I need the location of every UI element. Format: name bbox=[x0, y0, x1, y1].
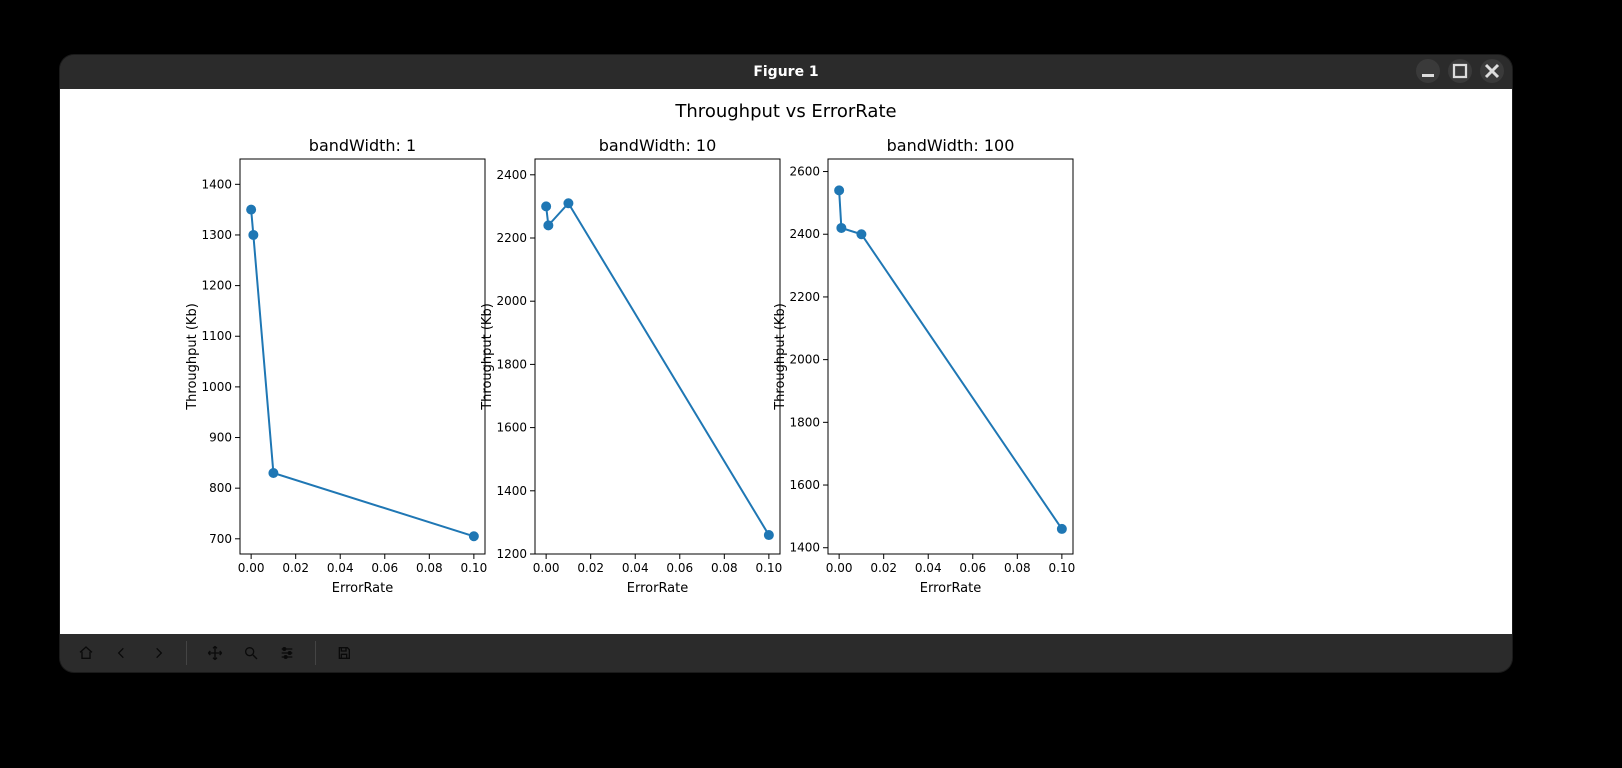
data-marker bbox=[269, 468, 278, 477]
move-icon bbox=[207, 645, 223, 661]
window-controls bbox=[1416, 59, 1504, 83]
y-axis-label: Throughput (Kb) bbox=[185, 303, 200, 411]
ytick-label: 1400 bbox=[201, 177, 232, 191]
subplot-title: bandWidth: 1 bbox=[309, 136, 416, 155]
xtick-label: 0.00 bbox=[826, 561, 853, 575]
toolbar-separator bbox=[315, 641, 316, 665]
close-button[interactable] bbox=[1480, 59, 1504, 83]
data-marker bbox=[857, 230, 866, 239]
chart-0: 0.000.020.040.060.080.107008009001000110… bbox=[182, 133, 493, 602]
ytick-label: 2000 bbox=[496, 294, 527, 308]
ytick-label: 1400 bbox=[789, 541, 820, 555]
ytick-label: 1000 bbox=[201, 380, 232, 394]
ytick-label: 1600 bbox=[496, 421, 527, 435]
ytick-label: 800 bbox=[209, 481, 232, 495]
ytick-label: 2000 bbox=[789, 353, 820, 367]
window-title: Figure 1 bbox=[753, 64, 818, 80]
back-button[interactable] bbox=[108, 639, 136, 667]
xtick-label: 0.02 bbox=[282, 561, 309, 575]
x-axis-label: ErrorRate bbox=[920, 581, 982, 596]
ytick-label: 700 bbox=[209, 532, 232, 546]
ytick-label: 1600 bbox=[789, 478, 820, 492]
xtick-label: 0.06 bbox=[959, 561, 986, 575]
data-line bbox=[546, 203, 769, 535]
titlebar: Figure 1 bbox=[60, 55, 1512, 89]
save-icon bbox=[336, 645, 352, 661]
ytick-label: 1200 bbox=[201, 279, 232, 293]
matplotlib-toolbar bbox=[60, 634, 1512, 672]
data-line bbox=[839, 190, 1062, 529]
data-marker bbox=[249, 230, 258, 239]
subplots-button[interactable] bbox=[273, 639, 301, 667]
minimize-button[interactable] bbox=[1416, 59, 1440, 83]
zoom-icon bbox=[243, 645, 259, 661]
save-button[interactable] bbox=[330, 639, 358, 667]
data-marker bbox=[542, 202, 551, 211]
maximize-icon bbox=[1448, 59, 1472, 83]
chart-2: 0.00 0.02 0.04 0.06 0.08 0.10 1400 1600 1800 2000… bbox=[770, 133, 1081, 602]
xtick-label: 0.08 bbox=[416, 561, 443, 575]
xtick-label: 0.08 bbox=[1004, 561, 1031, 575]
ytick-label: 2200 bbox=[789, 290, 820, 304]
data-marker bbox=[1057, 524, 1066, 533]
figure-window: Figure 1 Throughput vs ErrorRate 0.000.0… bbox=[60, 55, 1512, 672]
data-marker bbox=[837, 223, 846, 232]
xtick-label: 0.04 bbox=[915, 561, 942, 575]
xtick-label: 0.06 bbox=[371, 561, 398, 575]
home-button[interactable] bbox=[72, 639, 100, 667]
subplot-title: bandWidth: 100 bbox=[887, 136, 1015, 155]
ytick-label: 2600 bbox=[789, 165, 820, 179]
ytick-label: 1300 bbox=[201, 228, 232, 242]
ytick-label: 1100 bbox=[201, 329, 232, 343]
xtick-label: 0.06 bbox=[666, 561, 693, 575]
ytick-label: 2400 bbox=[789, 227, 820, 241]
ytick-label: 1200 bbox=[496, 547, 527, 561]
ytick-label: 2400 bbox=[496, 168, 527, 182]
pan-button[interactable] bbox=[201, 639, 229, 667]
figure-canvas: Throughput vs ErrorRate 0.00 0.02 0.04 0.06… bbox=[60, 89, 1512, 634]
home-icon bbox=[78, 645, 94, 661]
data-marker bbox=[564, 199, 573, 208]
zoom-button[interactable] bbox=[237, 639, 265, 667]
x-axis-label: ErrorRate bbox=[332, 581, 394, 596]
figure-suptitle: Throughput vs ErrorRate bbox=[60, 101, 1512, 122]
arrow-right-icon bbox=[150, 645, 166, 661]
forward-button[interactable] bbox=[144, 639, 172, 667]
ytick-label: 1800 bbox=[789, 415, 820, 429]
x-axis-label: ErrorRate bbox=[627, 581, 689, 596]
toolbar-separator bbox=[186, 641, 187, 665]
data-marker bbox=[544, 221, 553, 230]
data-marker bbox=[247, 205, 256, 214]
subplot-title: bandWidth: 10 bbox=[599, 136, 717, 155]
close-icon bbox=[1480, 59, 1504, 83]
xtick-label: 0.10 bbox=[1049, 561, 1076, 575]
data-line bbox=[251, 210, 474, 537]
minimize-icon bbox=[1416, 59, 1440, 83]
xtick-label: 0.02 bbox=[577, 561, 604, 575]
chart-1: 0.000.020.040.060.080.101200140016001800… bbox=[477, 133, 788, 602]
xtick-label: 0.04 bbox=[327, 561, 354, 575]
y-axis-label: Throughput (Kb) bbox=[773, 303, 788, 411]
ytick-label: 2200 bbox=[496, 231, 527, 245]
data-marker bbox=[835, 186, 844, 195]
ytick-label: 1400 bbox=[496, 484, 527, 498]
xtick-label: 0.08 bbox=[711, 561, 738, 575]
ytick-label: 1800 bbox=[496, 357, 527, 371]
sliders-icon bbox=[279, 645, 295, 661]
xtick-label: 0.00 bbox=[238, 561, 265, 575]
maximize-button[interactable] bbox=[1448, 59, 1472, 83]
y-axis-label: Throughput (Kb) bbox=[480, 303, 495, 411]
xtick-label: 0.04 bbox=[622, 561, 649, 575]
xtick-label: 0.02 bbox=[870, 561, 897, 575]
ytick-label: 900 bbox=[209, 431, 232, 445]
arrow-left-icon bbox=[114, 645, 130, 661]
xtick-label: 0.00 bbox=[533, 561, 560, 575]
